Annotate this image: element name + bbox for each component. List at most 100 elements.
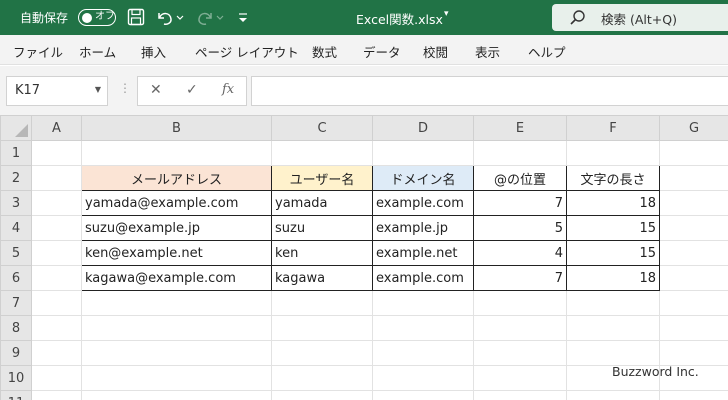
save-icon[interactable]: [126, 7, 146, 27]
cell[interactable]: [271, 340, 373, 366]
cell[interactable]: [566, 315, 660, 341]
data-cell-at-position[interactable]: 4: [473, 240, 567, 266]
select-all-button[interactable]: [0, 115, 32, 141]
menu-view[interactable]: 表示: [475, 42, 500, 61]
cell[interactable]: [31, 365, 82, 391]
file-name[interactable]: Excel関数.xlsx: [356, 9, 443, 28]
data-cell-length[interactable]: 15: [566, 215, 660, 241]
cell[interactable]: [566, 140, 660, 166]
cell[interactable]: [31, 290, 82, 316]
cell[interactable]: [372, 315, 474, 341]
menu-home[interactable]: ホーム: [79, 42, 116, 61]
data-cell-domain[interactable]: example.com: [372, 265, 474, 291]
header-cell-length[interactable]: 文字の長さ: [566, 165, 660, 191]
cell[interactable]: [81, 365, 272, 391]
data-cell-username[interactable]: yamada: [271, 190, 373, 216]
cell[interactable]: [372, 290, 474, 316]
header-cell-username[interactable]: ユーザー名: [271, 165, 373, 191]
name-box[interactable]: K17 ▼: [6, 76, 108, 106]
column-header-b[interactable]: B: [81, 115, 272, 141]
cell[interactable]: [31, 265, 82, 291]
cell[interactable]: [659, 190, 728, 216]
cell[interactable]: [31, 315, 82, 341]
row-header-11[interactable]: 11: [0, 390, 32, 400]
row-header-9[interactable]: 9: [0, 340, 32, 366]
data-cell-username[interactable]: ken: [271, 240, 373, 266]
enter-icon[interactable]: ✓: [186, 82, 198, 98]
header-cell-at-position[interactable]: @の位置: [473, 165, 567, 191]
chevron-down-icon[interactable]: ▼: [95, 85, 101, 94]
row-header-2[interactable]: 2: [0, 165, 32, 191]
row-header-10[interactable]: 10: [0, 365, 32, 391]
data-cell-length[interactable]: 15: [566, 240, 660, 266]
cell[interactable]: [473, 365, 567, 391]
worksheet-grid[interactable]: A B C D E F G 1 2 メールアドレス ユーザー名 ドメイン名 @の…: [0, 115, 728, 400]
cell[interactable]: [473, 315, 567, 341]
cell[interactable]: [372, 390, 474, 400]
cell[interactable]: [31, 190, 82, 216]
data-cell-email[interactable]: yamada@example.com: [81, 190, 272, 216]
search-box[interactable]: 検索 (Alt+Q): [552, 4, 728, 31]
menu-formulas[interactable]: 数式: [312, 42, 337, 61]
column-header-e[interactable]: E: [473, 115, 567, 141]
data-cell-domain[interactable]: example.com: [372, 190, 474, 216]
cell[interactable]: [566, 390, 660, 400]
header-cell-email[interactable]: メールアドレス: [81, 165, 272, 191]
cell[interactable]: [31, 390, 82, 400]
cell[interactable]: [81, 390, 272, 400]
cell[interactable]: [271, 390, 373, 400]
data-cell-username[interactable]: suzu: [271, 215, 373, 241]
column-header-c[interactable]: C: [271, 115, 373, 141]
row-header-6[interactable]: 6: [0, 265, 32, 291]
menu-insert[interactable]: 挿入: [141, 42, 166, 61]
cell[interactable]: [659, 390, 728, 400]
cancel-icon[interactable]: ✕: [150, 82, 162, 98]
data-cell-at-position[interactable]: 7: [473, 265, 567, 291]
cell[interactable]: [31, 165, 82, 191]
data-cell-email[interactable]: suzu@example.jp: [81, 215, 272, 241]
cell[interactable]: [566, 290, 660, 316]
customize-toolbar-icon[interactable]: [236, 7, 250, 27]
menu-file[interactable]: ファイル: [13, 42, 63, 61]
cell[interactable]: [659, 290, 728, 316]
cell[interactable]: [372, 340, 474, 366]
cell[interactable]: [659, 265, 728, 291]
undo-icon[interactable]: [155, 7, 175, 27]
menu-help[interactable]: ヘルプ: [528, 42, 566, 61]
cell[interactable]: [659, 315, 728, 341]
cell[interactable]: [81, 315, 272, 341]
cell[interactable]: [31, 215, 82, 241]
cell[interactable]: [81, 140, 272, 166]
data-cell-domain[interactable]: example.jp: [372, 215, 474, 241]
cell[interactable]: [81, 290, 272, 316]
menu-page-layout[interactable]: ページ レイアウト: [195, 42, 299, 61]
cell[interactable]: [659, 215, 728, 241]
insert-function-icon[interactable]: fx: [222, 82, 234, 97]
cell[interactable]: [659, 340, 728, 366]
cell[interactable]: [271, 315, 373, 341]
cell[interactable]: [271, 140, 373, 166]
row-header-5[interactable]: 5: [0, 240, 32, 266]
cell[interactable]: [372, 140, 474, 166]
data-cell-at-position[interactable]: 7: [473, 190, 567, 216]
undo-dropdown-icon[interactable]: [175, 7, 185, 27]
cell[interactable]: [31, 240, 82, 266]
row-header-4[interactable]: 4: [0, 215, 32, 241]
header-cell-domain[interactable]: ドメイン名: [372, 165, 474, 191]
cell[interactable]: [271, 365, 373, 391]
cell[interactable]: [473, 390, 567, 400]
cell[interactable]: [31, 140, 82, 166]
cell[interactable]: [473, 340, 567, 366]
menu-review[interactable]: 校閲: [423, 42, 448, 61]
cell[interactable]: [372, 365, 474, 391]
column-header-g[interactable]: G: [659, 115, 728, 141]
data-cell-email[interactable]: kagawa@example.com: [81, 265, 272, 291]
cell[interactable]: [473, 140, 567, 166]
data-cell-length[interactable]: 18: [566, 265, 660, 291]
row-header-1[interactable]: 1: [0, 140, 32, 166]
cell[interactable]: [659, 165, 728, 191]
formula-input[interactable]: [251, 76, 728, 106]
cell[interactable]: [31, 340, 82, 366]
column-header-a[interactable]: A: [31, 115, 82, 141]
column-header-d[interactable]: D: [372, 115, 474, 141]
